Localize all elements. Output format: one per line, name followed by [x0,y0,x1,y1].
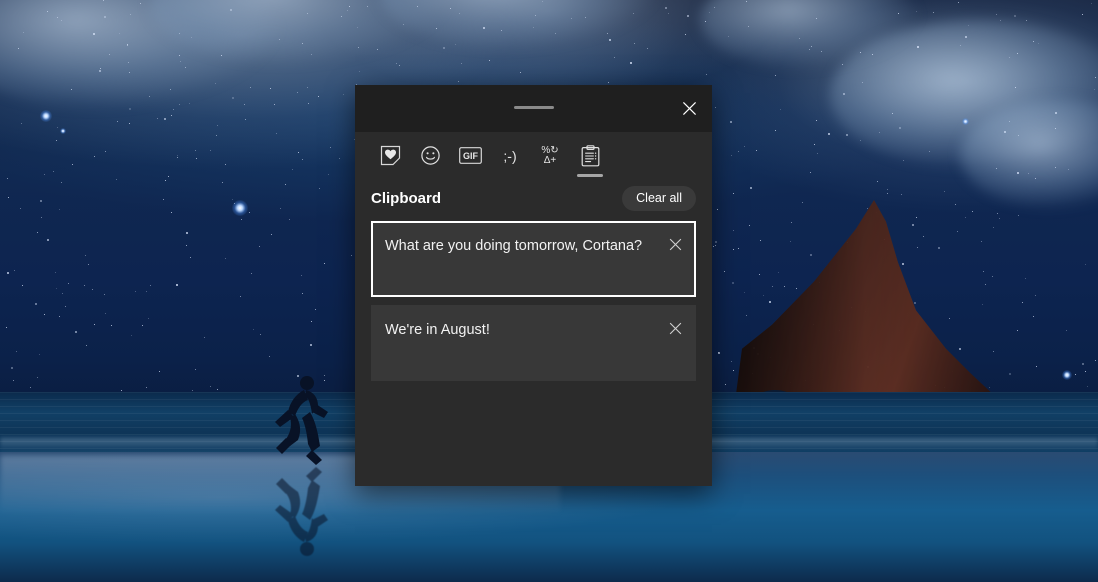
clipboard-item-delete-button[interactable] [664,317,686,339]
bright-star [1062,370,1072,380]
tab-symbols[interactable]: %↻ Δ+ [530,135,570,177]
clipboard-item-text: What are you doing tomorrow, Cortana? [385,237,654,255]
drag-handle[interactable] [514,106,554,109]
clipboard-item[interactable]: What are you doing tomorrow, Cortana? [371,221,696,297]
symbols-icon-top: %↻ [541,146,558,156]
svg-text:GIF: GIF [463,151,479,161]
kaomoji-icon: ;-) [503,148,516,164]
clipboard-section-header: Clipboard Clear all [355,179,712,217]
bright-star [962,118,969,125]
clear-all-button[interactable]: Clear all [622,186,696,211]
close-icon [669,322,682,335]
tab-gif[interactable]: GIF [450,135,490,177]
tab-clipboard[interactable] [570,135,610,177]
bright-star [40,110,52,122]
panel-titlebar[interactable] [355,85,712,132]
tab-emoji[interactable] [410,135,450,177]
bright-star [60,128,66,134]
emoji-clipboard-panel: GIF ;-) %↻ Δ+ [355,85,712,486]
clipboard-item-text: We're in August! [385,321,656,339]
runner-silhouette [262,374,334,466]
clipboard-item[interactable]: We're in August! [371,305,696,381]
sticker-heart-icon [380,145,401,166]
symbols-icon-bottom: Δ+ [544,156,557,166]
gif-icon: GIF [459,147,482,164]
bright-star [232,200,248,216]
close-icon [682,101,697,116]
page-title: Clipboard [371,190,441,207]
runner-reflection [262,466,334,558]
panel-tabbar: GIF ;-) %↻ Δ+ [355,132,712,179]
clipboard-item-delete-button[interactable] [664,233,686,255]
tab-indicator [577,174,603,177]
tab-kaomoji[interactable]: ;-) [490,135,530,177]
symbols-icon: %↻ Δ+ [541,146,558,166]
clipboard-icon [581,145,600,167]
close-icon [669,238,682,251]
tab-stickers[interactable] [370,135,410,177]
clipboard-items-list: What are you doing tomorrow, Cortana? We… [355,217,712,486]
close-button[interactable] [666,85,712,132]
smiley-face-icon [420,145,441,166]
